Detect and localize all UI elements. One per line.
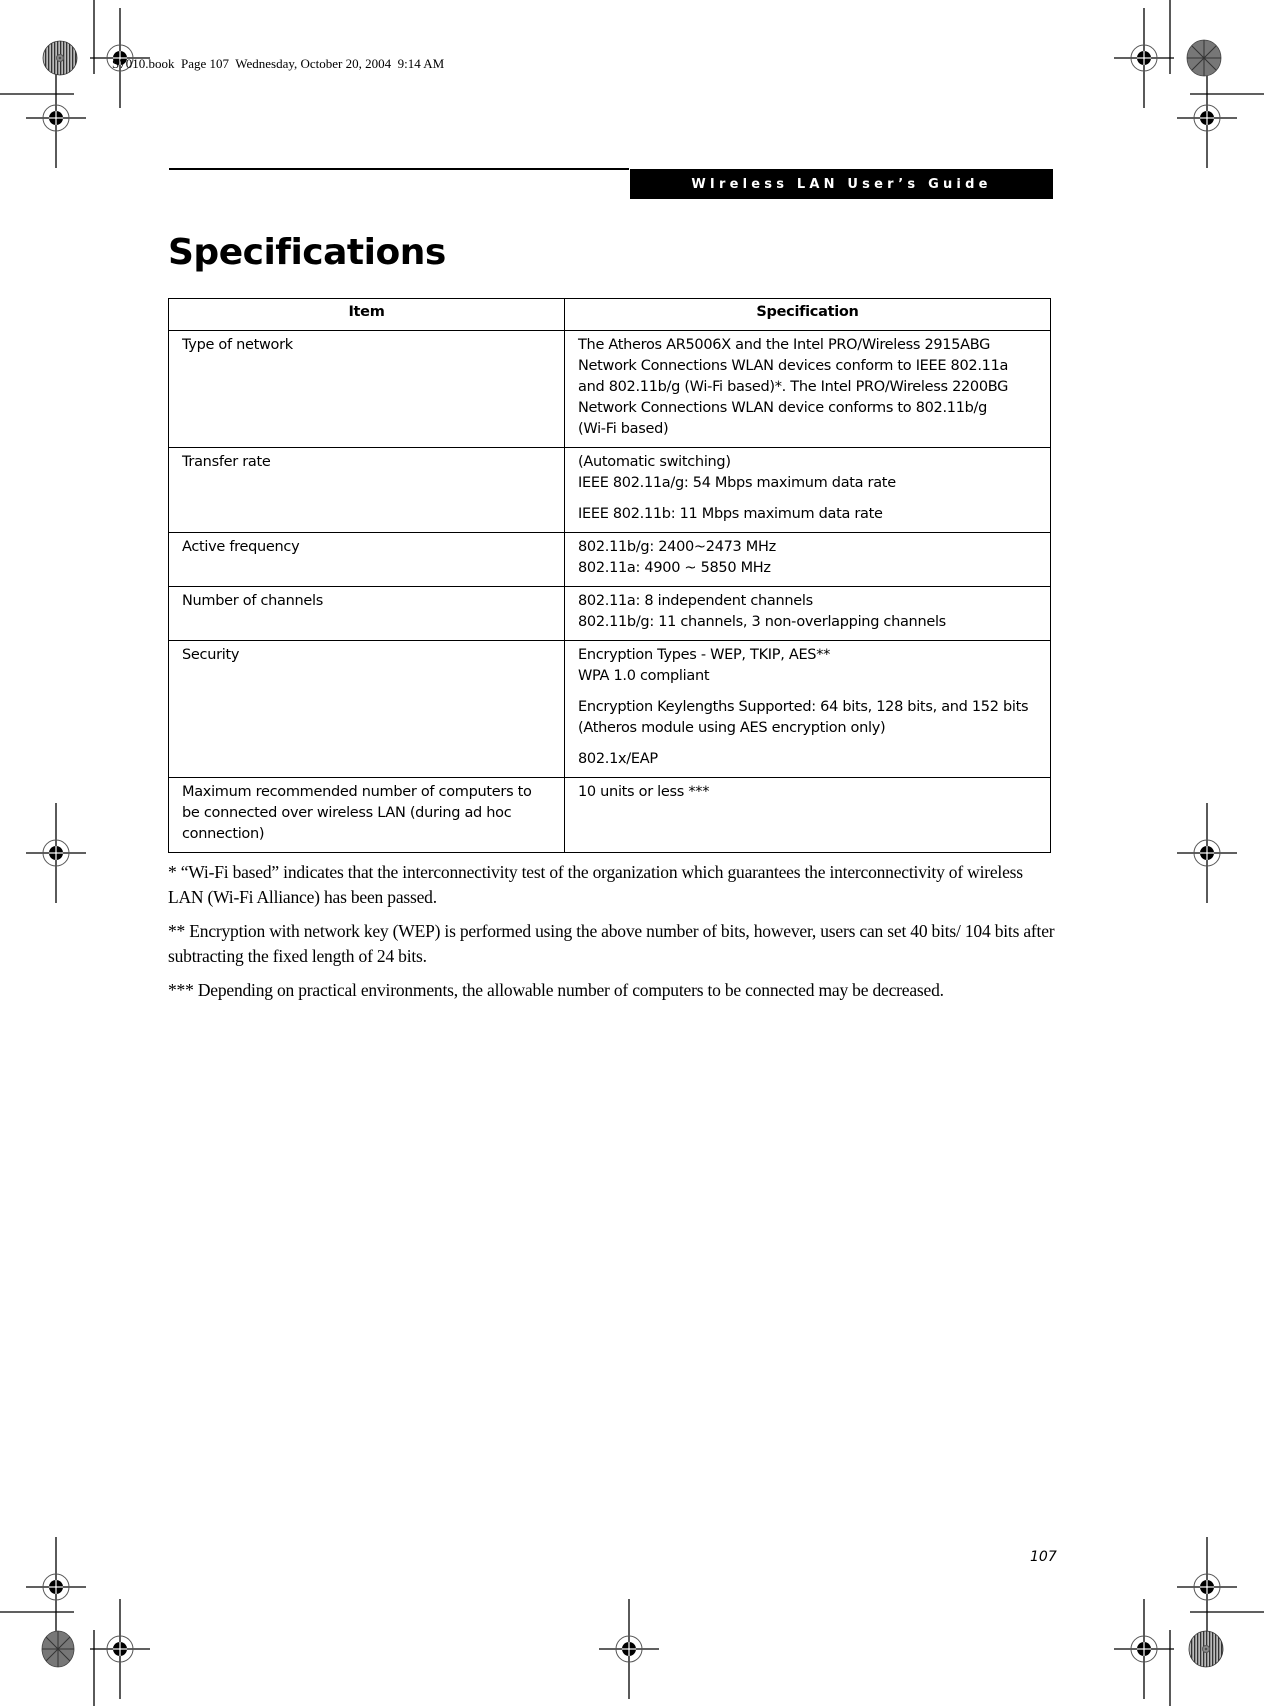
spec-paragraph: The Atheros AR5006X and the Intel PRO/Wi… — [578, 335, 1038, 440]
starburst-target-bottom-right — [1188, 1630, 1224, 1668]
cell-item: Maximum recommended number of computers … — [168, 777, 565, 853]
spec-paragraph: (Automatic switching) IEEE 802.11a/g: 54 … — [578, 452, 1038, 494]
starburst-target-bottom-left — [41, 1630, 75, 1668]
reg-mark-bottom-left-outer — [25, 1536, 87, 1638]
cell-specification: 802.11a: 8 independent channels 802.11b/g… — [564, 586, 1051, 641]
page-title: Specifications — [168, 232, 446, 273]
header-rule — [169, 168, 629, 170]
table-row: Maximum recommended number of computers … — [168, 777, 1051, 853]
spec-paragraph: 10 units or less *** — [578, 782, 1038, 803]
cell-specification: 802.11b/g: 2400~2473 MHz 802.11a: 4900 ~ … — [564, 532, 1051, 587]
spec-paragraph: IEEE 802.11b: 11 Mbps maximum data rate — [578, 504, 1038, 525]
spec-line: (Automatic switching) — [578, 454, 731, 470]
spec-line: (Wi-Fi based) — [578, 421, 669, 437]
cell-item: Type of network — [168, 330, 565, 448]
spec-line: IEEE 802.11a/g: 54 Mbps maximum data rat… — [578, 475, 896, 491]
running-header: WIreless LAN User’s Guide — [630, 169, 1053, 199]
spec-paragraph: Encryption Keylengths Supported: 64 bits… — [578, 697, 1038, 739]
table-row: Type of network The Atheros AR5006X and t… — [168, 330, 1051, 448]
footnotes: * “Wi-Fi based” indicates that the inter… — [168, 860, 1058, 1012]
spec-paragraph: 802.11a: 8 independent channels 802.11b/g… — [578, 591, 1038, 633]
footnote-wifi-based: * “Wi-Fi based” indicates that the inter… — [168, 862, 1023, 907]
cell-specification: (Automatic switching) IEEE 802.11a/g: 54 … — [564, 447, 1051, 533]
starburst-target-top-left — [42, 40, 78, 76]
spec-line: 802.1x/EAP — [578, 751, 658, 767]
cell-item: Number of channels — [168, 586, 565, 641]
spec-line: 802.11a: 8 independent channels — [578, 593, 813, 609]
footnote-encryption: ** Encryption with network key (WEP) is … — [168, 921, 1055, 966]
reg-mark-top-left-outer — [25, 67, 87, 169]
column-header-specification: Specification — [564, 298, 1051, 331]
spec-paragraph: 802.11b/g: 2400~2473 MHz 802.11a: 4900 ~ … — [578, 537, 1038, 579]
table-row: Transfer rate (Automatic switching) IEEE 8… — [168, 447, 1051, 533]
reg-mark-mid-right — [1176, 802, 1238, 904]
spec-line: Network Connections WLAN devices conform… — [578, 358, 1009, 374]
page-number: 107 — [1030, 1549, 1057, 1565]
starburst-target-top-right — [1186, 39, 1222, 77]
spec-paragraph: Encryption Types - WEP, TKIP, AES** WPA 1… — [578, 645, 1038, 687]
spec-line: Network Connections WLAN device conforms… — [578, 400, 988, 416]
footnote-computers: *** Depending on practical environments,… — [168, 980, 944, 1000]
table-row: Security Encryption Types - WEP, TKIP, AE… — [168, 640, 1051, 778]
reg-mark-bottom-right-outer — [1176, 1536, 1238, 1638]
spec-line: 10 units or less *** — [578, 784, 710, 800]
cell-item: Security — [168, 640, 565, 778]
spec-line: and 802.11b/g (Wi-Fi based)*. The Intel … — [578, 379, 1009, 395]
spec-line: The Atheros AR5006X and the Intel PRO/Wi… — [578, 337, 991, 353]
reg-mark-bottom-center — [598, 1598, 660, 1700]
table-header-row: Item Specification — [168, 298, 1051, 331]
table-row: Number of channels 802.11a: 8 independent… — [168, 586, 1051, 641]
spec-line: 802.11b/g: 2400~2473 MHz — [578, 539, 776, 555]
cell-specification: The Atheros AR5006X and the Intel PRO/Wi… — [564, 330, 1051, 448]
cell-item: Active frequency — [168, 532, 565, 587]
spec-line: Encryption Types - WEP, TKIP, AES** — [578, 647, 831, 663]
table-row: Active frequency 802.11b/g: 2400~2473 MHz… — [168, 532, 1051, 587]
spec-line: 802.11b/g: 11 channels, 3 non-overlappin… — [578, 614, 946, 630]
cell-specification: 10 units or less *** — [564, 777, 1051, 853]
spec-line: Encryption Keylengths Supported: 64 bits… — [578, 699, 1029, 715]
spec-line: IEEE 802.11b: 11 Mbps maximum data rate — [578, 506, 883, 522]
specifications-table: Item Specification Type of network The At… — [168, 298, 1051, 853]
reg-mark-top-right-outer — [1176, 67, 1238, 169]
reg-mark-bottom-left-inner — [89, 1598, 151, 1700]
print-slug: S7010.book Page 107 Wednesday, October 2… — [112, 56, 445, 71]
spec-line: 802.11a: 4900 ~ 5850 MHz — [578, 560, 771, 576]
column-header-item: Item — [168, 298, 565, 331]
cell-item: Transfer rate — [168, 447, 565, 533]
reg-mark-top-right-inner — [1113, 7, 1175, 109]
spec-line: WPA 1.0 compliant — [578, 668, 710, 684]
spec-paragraph: 802.1x/EAP — [578, 749, 1038, 770]
spec-line: (Atheros module using AES encryption onl… — [578, 720, 886, 736]
reg-mark-bottom-right-inner — [1113, 1598, 1175, 1700]
reg-mark-mid-left — [25, 802, 87, 904]
running-header-title: WIreless LAN User’s Guide — [691, 176, 992, 192]
cell-specification: Encryption Types - WEP, TKIP, AES** WPA 1… — [564, 640, 1051, 778]
